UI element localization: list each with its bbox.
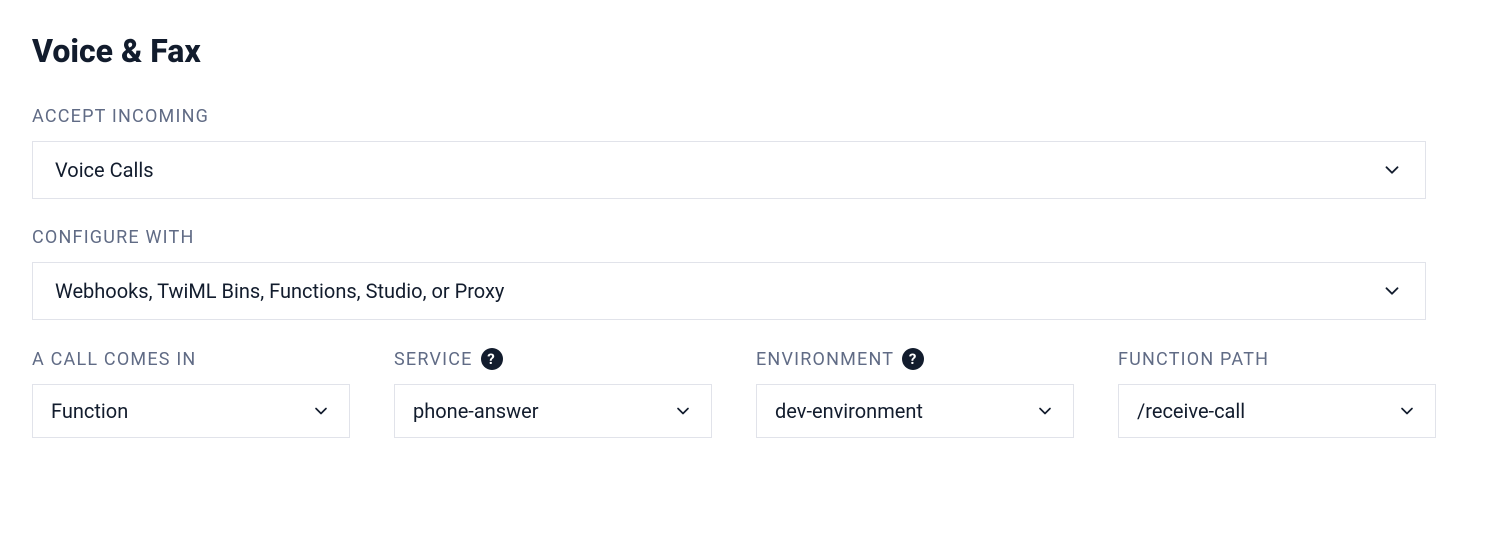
chevron-down-icon [311, 401, 331, 421]
accept-incoming-select[interactable]: Voice Calls [32, 141, 1426, 199]
chevron-down-icon [673, 401, 693, 421]
environment-value: dev-environment [775, 399, 923, 423]
environment-select[interactable]: dev-environment [756, 384, 1074, 438]
call-comes-in-select[interactable]: Function [32, 384, 350, 438]
configure-with-label: CONFIGURE WITH [32, 227, 1426, 248]
call-comes-in-label: A CALL COMES IN [32, 349, 350, 370]
function-path-value: /receive-call [1137, 399, 1245, 423]
service-label: SERVICE ? [394, 348, 712, 370]
chevron-down-icon [1397, 401, 1417, 421]
environment-field: ENVIRONMENT ? dev-environment [756, 348, 1074, 438]
function-config-row: A CALL COMES IN Function SERVICE ? phone… [32, 348, 1426, 438]
chevron-down-icon [1381, 159, 1403, 181]
function-path-select[interactable]: /receive-call [1118, 384, 1436, 438]
service-select[interactable]: phone-answer [394, 384, 712, 438]
accept-incoming-value: Voice Calls [55, 158, 154, 182]
call-comes-in-value: Function [51, 399, 128, 423]
service-value: phone-answer [413, 399, 539, 423]
environment-label-text: ENVIRONMENT [756, 349, 894, 370]
function-path-field: FUNCTION PATH /receive-call [1118, 349, 1436, 438]
configure-with-value: Webhooks, TwiML Bins, Functions, Studio,… [55, 279, 504, 303]
environment-label: ENVIRONMENT ? [756, 348, 1074, 370]
accept-incoming-label: ACCEPT INCOMING [32, 106, 1426, 127]
function-path-label: FUNCTION PATH [1118, 349, 1436, 370]
chevron-down-icon [1035, 401, 1055, 421]
voice-fax-section: Voice & Fax ACCEPT INCOMING Voice Calls … [32, 32, 1426, 438]
section-title: Voice & Fax [32, 32, 1426, 70]
service-field: SERVICE ? phone-answer [394, 348, 712, 438]
help-icon[interactable]: ? [481, 348, 503, 370]
configure-with-select[interactable]: Webhooks, TwiML Bins, Functions, Studio,… [32, 262, 1426, 320]
chevron-down-icon [1381, 280, 1403, 302]
accept-incoming-field: ACCEPT INCOMING Voice Calls [32, 106, 1426, 199]
configure-with-field: CONFIGURE WITH Webhooks, TwiML Bins, Fun… [32, 227, 1426, 320]
help-icon[interactable]: ? [902, 348, 924, 370]
call-comes-in-field: A CALL COMES IN Function [32, 349, 350, 438]
service-label-text: SERVICE [394, 349, 473, 370]
